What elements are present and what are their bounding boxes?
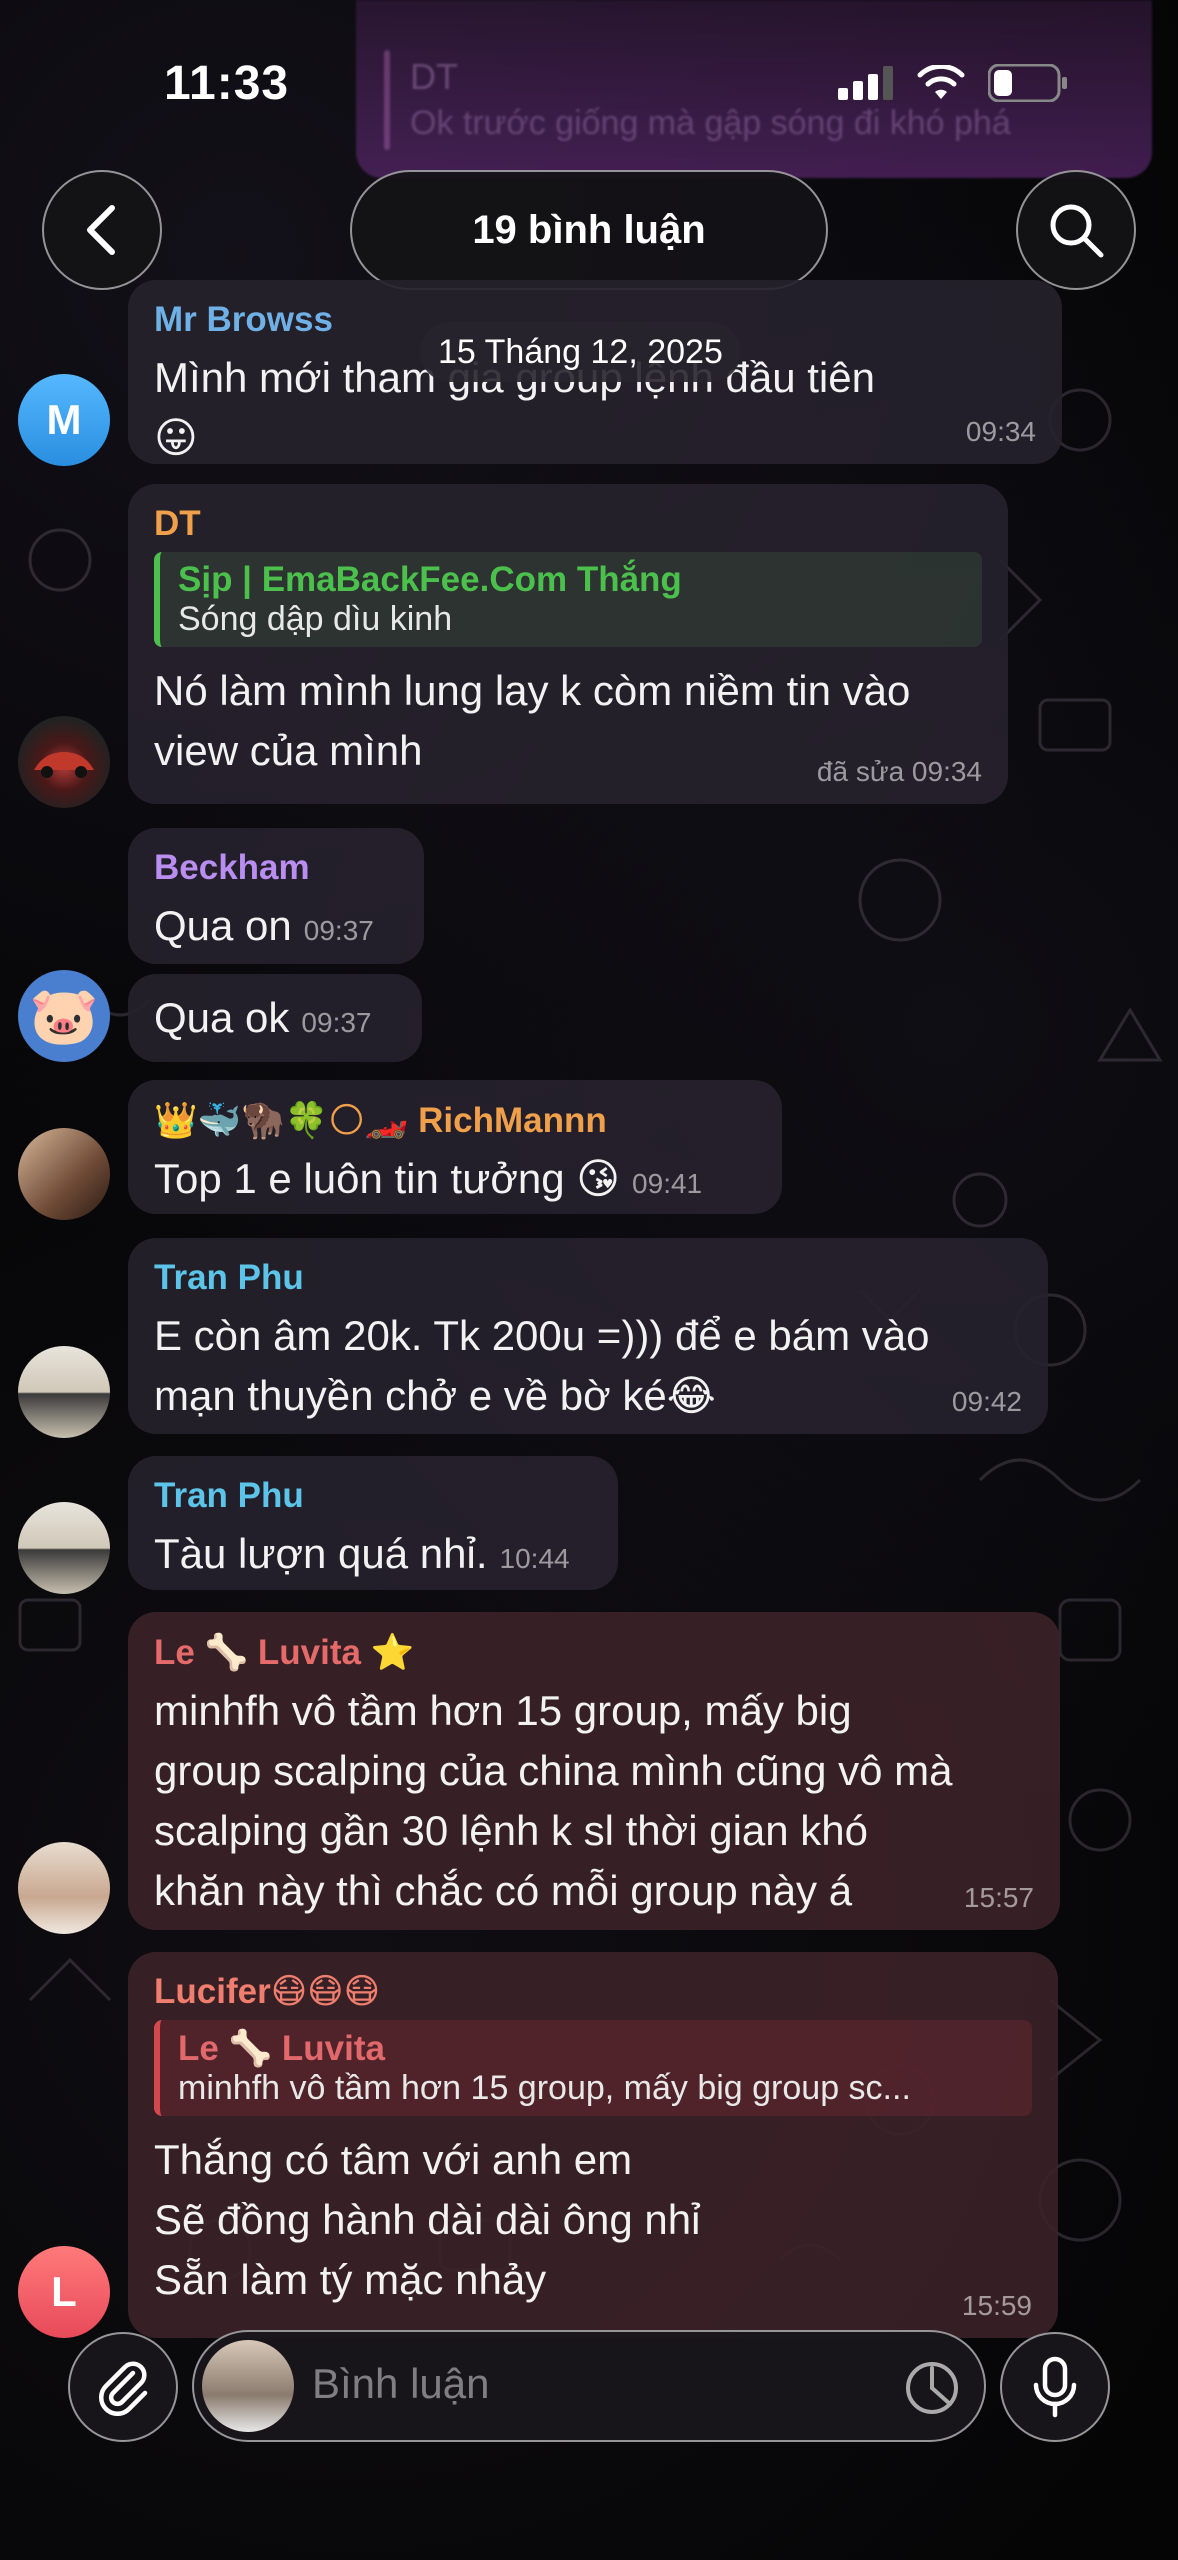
paperclip-icon [98,2361,148,2417]
message-bubble[interactable]: Le 🦴 Luvita ⭐ minhfh vô tầm hơn 15 group… [128,1612,1060,1930]
avatar[interactable]: M [18,374,110,466]
search-button[interactable] [1016,170,1136,290]
reply-sender: Le 🦴 Luvita [178,2029,385,2068]
message-line: Sẵn làm tý mặc nhảy [154,2256,547,2303]
message-time: 10:44 [499,1543,570,1574]
message-time: 15:57 [963,1882,1034,1913]
back-button[interactable] [42,170,162,290]
message-line: 😛 [154,414,198,461]
avatar-letter: L [51,2268,77,2315]
message-line: Qua ok [154,994,290,1041]
status-time: 11:33 [164,57,290,110]
comment-input-bar: Bình luận [0,2318,1178,2560]
message-line-row: Qua on 09:37 [154,896,404,961]
message-line-row: Top 1 e luôn tin tưởng 😘 09:41 [154,1149,756,1214]
attach-button[interactable] [68,2332,178,2442]
sender-name[interactable]: Le 🦴 Luvita ⭐ [154,1632,1034,1673]
reply-sender: Sịp | EmaBackFee.Com Thắng [178,560,682,599]
message-time: 09:37 [303,915,374,946]
comments-title: 19 bình luận [350,170,828,290]
reply-quote[interactable]: Le 🦴 Luvita minhfh vô tầm hơn 15 group, … [154,2020,1032,2116]
message-line: E còn âm 20k. Tk 200u =))) để e bám vào [154,1312,930,1359]
message-bubble[interactable]: Beckham Qua on 09:37 [128,828,424,964]
message-time: 09:37 [301,1007,372,1038]
avatar[interactable] [18,1502,110,1594]
message-bubble[interactable]: Lucifer😷😷😷 Le 🦴 Luvita minhfh vô tầm hơn… [128,1952,1058,2338]
message-line: group scalping của china mình cũng vô mà [154,1747,953,1794]
microphone-icon [1033,2356,1077,2418]
my-avatar [202,2340,294,2432]
chevron-left-icon [87,205,115,255]
reply-text: Sóng dập dìu kinh [178,600,453,638]
reply-quote[interactable]: Sịp | EmaBackFee.Com Thắng Sóng dập dìu … [154,552,982,647]
message-time: 09:34 [965,416,1036,447]
message-bubble[interactable]: DT Sịp | EmaBackFee.Com Thắng Sóng dập d… [128,484,1008,804]
sender-name[interactable]: 👑🐳🦬🍀🌕🏎️ RichMannn [154,1100,756,1141]
message-line: Nó làm mình lung lay k còm niềm tin vào [154,667,911,714]
reply-text: minhfh vô tầm hơn 15 group, mấy big grou… [178,2069,911,2107]
message-bubble[interactable]: Tran Phu E còn âm 20k. Tk 200u =))) để e… [128,1238,1048,1434]
message-time: đã sửa 09:34 [816,756,982,787]
avatar[interactable] [18,1346,110,1438]
message-bubble[interactable]: 👑🐳🦬🍀🌕🏎️ RichMannn Top 1 e luôn tin tưởng… [128,1080,782,1214]
wifi-icon [917,65,965,99]
date-separator: 15 Tháng 12, 2025 [420,322,741,382]
message-line-row: Qua ok 09:37 [154,988,396,1053]
avatar-letter: M [46,396,82,443]
message-line: mạn thuyền chở e về bờ ké😂 [154,1372,716,1419]
car-photo-icon [34,752,94,778]
message-time: 09:42 [951,1386,1022,1417]
message-line: minhfh vô tầm hơn 15 group, mấy big [154,1687,852,1734]
battery-icon [988,64,1067,102]
avatar[interactable] [18,1842,110,1934]
avatar[interactable] [18,1128,110,1220]
message-line: Qua on [154,902,292,949]
pig-emoji-icon: 🐷 [29,984,99,1047]
avatar[interactable]: 🐷 [18,970,110,1062]
schedule-clock-icon[interactable] [902,2358,962,2418]
comments-count-label: 19 bình luận [472,207,706,252]
comment-placeholder: Bình luận [312,2360,490,2407]
message-bubble[interactable]: Tran Phu Tàu lượn quá nhỉ. 10:44 [128,1456,618,1590]
message-line: Sẽ đồng hành dài dài ông nhỉ [154,2196,701,2243]
comment-field[interactable]: Bình luận [192,2330,986,2442]
status-bar: 11:33 [0,0,1178,150]
message-line: Thắng có tâm với anh em [154,2136,633,2183]
avatar[interactable] [18,716,110,808]
microphone-button[interactable] [1000,2332,1110,2442]
sender-name[interactable]: Tran Phu [154,1476,592,1516]
search-icon [1050,204,1104,258]
message-line-row: Tàu lượn quá nhỉ. 10:44 [154,1524,592,1589]
cellular-signal-icon [838,66,893,100]
sender-name[interactable]: Beckham [154,848,404,888]
status-icons [838,64,1068,102]
message-time: 09:41 [632,1168,703,1199]
message-line: scalping gần 30 lệnh k sl thời gian khó [154,1807,868,1854]
message-bubble[interactable]: Qua ok 09:37 [128,974,422,1062]
message-line: Tàu lượn quá nhỉ. [154,1530,488,1577]
sender-name[interactable]: Lucifer😷😷😷 [154,1972,1032,2012]
sender-name[interactable]: Tran Phu [154,1258,1022,1298]
message-line: Top 1 e luôn tin tưởng 😘 [154,1155,621,1202]
sender-name[interactable]: DT [154,504,982,544]
message-line: khăn này thì chắc có mỗi group này á [154,1867,853,1914]
